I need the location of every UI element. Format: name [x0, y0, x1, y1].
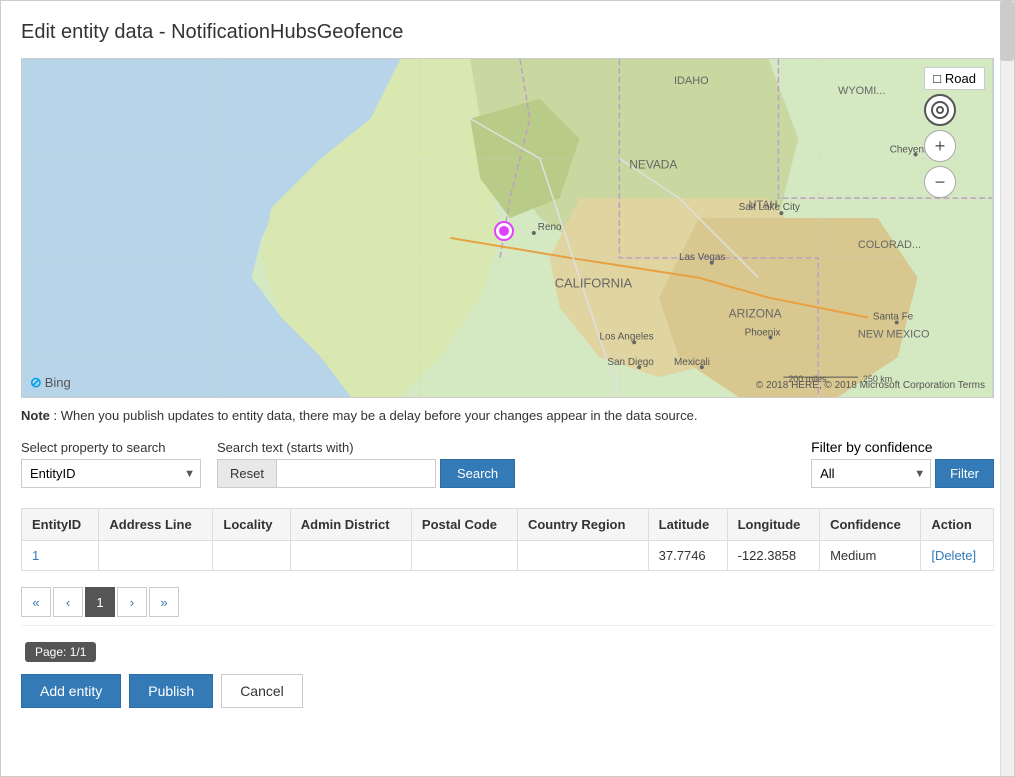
svg-text:ARIZONA: ARIZONA: [729, 306, 782, 320]
cell-entity-id: 1: [22, 541, 99, 571]
cell-latitude: 37.7746: [648, 541, 727, 571]
cell-longitude: -122.3858: [727, 541, 819, 571]
table-header: EntityID Address Line Locality Admin Dis…: [22, 509, 994, 541]
filter-button[interactable]: Filter: [935, 459, 994, 488]
property-select[interactable]: EntityIDAddress LineLocalityAdmin Distri…: [21, 459, 201, 488]
svg-text:CALIFORNIA: CALIFORNIA: [555, 276, 633, 291]
bing-b-icon: ⊘: [30, 374, 42, 391]
add-entity-button[interactable]: Add entity: [21, 674, 121, 708]
pagination-last[interactable]: »: [149, 587, 179, 617]
main-window: Edit entity data - NotificationHubsGeofe…: [0, 0, 1015, 777]
col-address-line: Address Line: [99, 509, 213, 541]
cancel-button[interactable]: Cancel: [221, 674, 303, 708]
search-button[interactable]: Search: [440, 459, 515, 488]
bing-logo: ⊘ Bing: [30, 374, 71, 391]
cell-postal-code: [411, 541, 517, 571]
svg-text:Mexicali: Mexicali: [674, 357, 710, 368]
svg-text:Los Angeles: Los Angeles: [599, 331, 653, 342]
svg-text:Santa Fe: Santa Fe: [873, 311, 914, 322]
search-input-group: Reset Search: [217, 459, 515, 488]
svg-text:San Diego: San Diego: [607, 357, 654, 368]
col-latitude: Latitude: [648, 509, 727, 541]
svg-text:WYOMI...: WYOMI...: [838, 85, 885, 97]
confidence-select[interactable]: AllHighMediumLow: [811, 459, 931, 488]
delete-link[interactable]: [Delete]: [931, 548, 976, 563]
confidence-select-wrapper: AllHighMediumLow ▼: [811, 459, 931, 488]
svg-text:Phoenix: Phoenix: [745, 327, 781, 338]
road-view-button[interactable]: □ Road: [924, 67, 985, 90]
data-table: EntityID Address Line Locality Admin Dis…: [21, 508, 994, 571]
cell-admin-district: [290, 541, 411, 571]
svg-text:Salt Lake City: Salt Lake City: [739, 202, 800, 213]
property-select-wrapper: EntityIDAddress LineLocalityAdmin Distri…: [21, 459, 201, 488]
search-text-label: Search text (starts with): [217, 440, 515, 455]
page-info: Page: 1/1: [25, 642, 96, 662]
svg-text:COLORAD...: COLORAD...: [858, 239, 921, 251]
pagination-first[interactable]: «: [21, 587, 51, 617]
recenter-button[interactable]: [924, 94, 956, 126]
property-search-group: Select property to search EntityIDAddres…: [21, 440, 201, 488]
svg-text:IDAHO: IDAHO: [674, 75, 709, 87]
col-confidence: Confidence: [820, 509, 921, 541]
pagination-next[interactable]: ›: [117, 587, 147, 617]
svg-text:NEVADA: NEVADA: [629, 157, 677, 171]
map-container[interactable]: IDAHO WYOMI... NEVADA UTAH CALIFORNIA CO…: [21, 58, 994, 398]
publish-button[interactable]: Publish: [129, 674, 213, 708]
cell-action: [Delete]: [921, 541, 994, 571]
cell-address-line: [99, 541, 213, 571]
col-admin-district: Admin District: [290, 509, 411, 541]
search-input[interactable]: [276, 459, 436, 488]
zoom-out-button[interactable]: −: [924, 166, 956, 198]
map-controls: □ Road + −: [924, 67, 985, 198]
footer-buttons: Add entity Publish Cancel: [21, 662, 994, 708]
col-entity-id: EntityID: [22, 509, 99, 541]
property-search-label: Select property to search: [21, 440, 201, 455]
col-locality: Locality: [213, 509, 290, 541]
svg-text:Reno: Reno: [538, 222, 562, 233]
pagination-prev[interactable]: ‹: [53, 587, 83, 617]
svg-text:NEW MEXICO: NEW MEXICO: [858, 328, 930, 340]
cell-confidence: Medium: [820, 541, 921, 571]
road-icon: □: [933, 71, 941, 86]
map-copyright: © 2018 HERE, © 2018 Microsoft Corporatio…: [756, 380, 985, 391]
scrollbar-track[interactable]: [1000, 1, 1014, 776]
cell-country-region: [517, 541, 648, 571]
zoom-in-button[interactable]: +: [924, 130, 956, 162]
search-text-group: Search text (starts with) Reset Search: [217, 440, 515, 488]
cell-locality: [213, 541, 290, 571]
reset-button[interactable]: Reset: [217, 459, 276, 488]
col-action: Action: [921, 509, 994, 541]
col-postal-code: Postal Code: [411, 509, 517, 541]
note-text: Note : When you publish updates to entit…: [21, 408, 994, 423]
table-body: 1 37.7746 -122.3858 Medium [Delete]: [22, 541, 994, 571]
entity-id-link[interactable]: 1: [32, 548, 39, 563]
pagination-section: « ‹ 1 › »: [21, 579, 994, 626]
scrollbar-thumb[interactable]: [1000, 1, 1014, 61]
search-section: Select property to search EntityIDAddres…: [21, 439, 994, 488]
page-title: Edit entity data - NotificationHubsGeofe…: [21, 21, 994, 44]
col-longitude: Longitude: [727, 509, 819, 541]
col-country-region: Country Region: [517, 509, 648, 541]
svg-text:Las Vegas: Las Vegas: [679, 252, 725, 263]
filter-row: AllHighMediumLow ▼ Filter: [811, 459, 994, 488]
filter-group: Filter by confidence AllHighMediumLow ▼ …: [811, 439, 994, 488]
map-marker: [496, 223, 512, 239]
table-row: 1 37.7746 -122.3858 Medium [Delete]: [22, 541, 994, 571]
filter-label: Filter by confidence: [811, 439, 994, 455]
note-label: Note: [21, 408, 50, 423]
pagination-current[interactable]: 1: [85, 587, 115, 617]
